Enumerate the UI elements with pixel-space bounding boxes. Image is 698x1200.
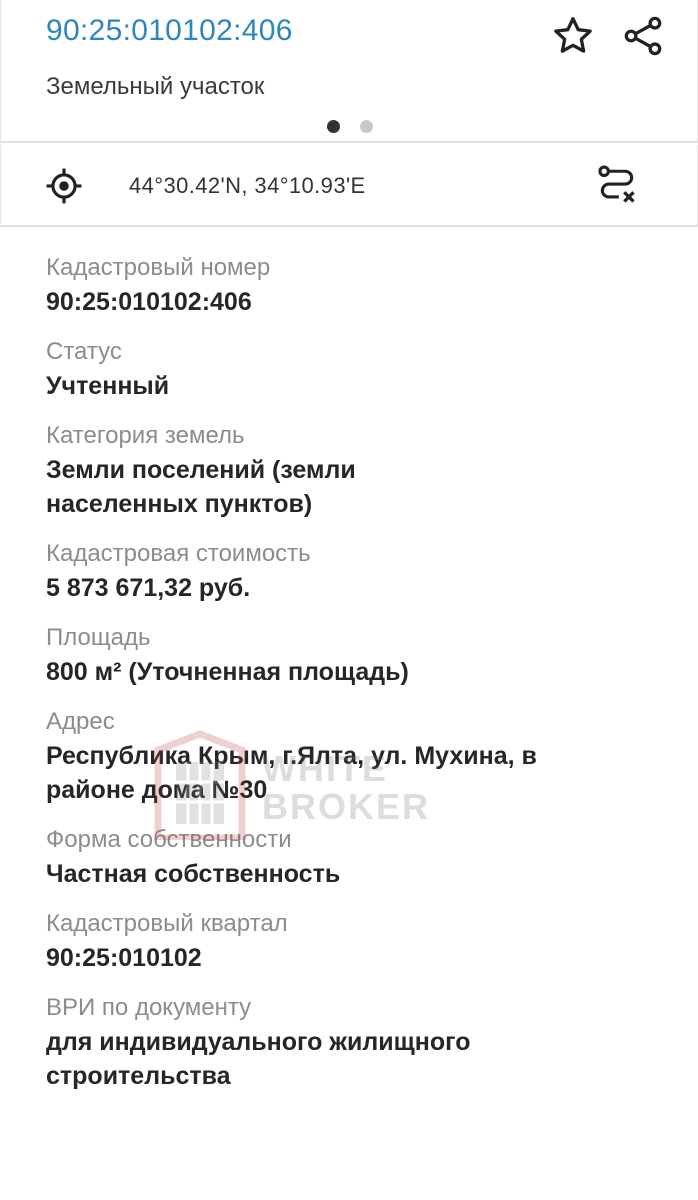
prop-area: Площадь 800 м² (Уточненная площадь) xyxy=(46,622,656,689)
prop-value: Земли поселений (земли населенных пункто… xyxy=(46,456,356,518)
coordinates-bar: 44°30.42'N, 34°10.93'E xyxy=(0,145,698,227)
prop-value: 800 м² (Уточненная площадь) xyxy=(46,658,409,686)
prop-value: 90:25:010102 xyxy=(46,944,202,972)
route-cancel-icon xyxy=(598,165,635,203)
prop-cadastral-quarter: Кадастровый квартал 90:25:010102 xyxy=(46,908,656,975)
object-type-label: Земельный участок xyxy=(46,73,265,100)
prop-label: ВРИ по документу xyxy=(46,994,252,1021)
locate-button[interactable] xyxy=(41,163,87,209)
prop-label: Категория земель xyxy=(46,422,245,449)
prop-permitted-use: ВРИ по документу для индивидуального жил… xyxy=(46,992,656,1093)
prop-address: Адрес Республика Крым, г.Ялта, ул. Мухин… xyxy=(46,706,656,807)
favorite-button[interactable] xyxy=(549,12,597,60)
prop-value: 5 873 671,32 руб. xyxy=(46,574,251,602)
prop-label: Кадастровая стоимость xyxy=(46,540,311,567)
prop-label: Статус xyxy=(46,338,122,365)
share-icon xyxy=(624,16,662,56)
pager-dot-1[interactable] xyxy=(327,120,340,133)
property-list: Кадастровый номер 90:25:010102:406 Стату… xyxy=(46,252,656,1110)
prop-value: Частная собственность xyxy=(46,860,341,888)
prop-value: Республика Крым, г.Ялта, ул. Мухина, в р… xyxy=(46,742,537,804)
crosshair-icon xyxy=(46,168,82,204)
object-card-header: 90:25:010102:406 Земельный участок xyxy=(0,0,698,143)
prop-value: 90:25:010102:406 xyxy=(46,288,252,316)
header-actions xyxy=(549,12,667,60)
star-outline-icon xyxy=(554,17,592,53)
prop-label: Площадь xyxy=(46,624,151,651)
prop-value: для индивидуального жилищного строительс… xyxy=(46,1028,471,1090)
cadastral-number-link[interactable]: 90:25:010102:406 xyxy=(46,14,293,48)
prop-label: Форма собственности xyxy=(46,826,292,853)
prop-cadastral-number: Кадастровый номер 90:25:010102:406 xyxy=(46,252,656,319)
route-button[interactable] xyxy=(593,161,641,209)
prop-ownership-form: Форма собственности Частная собственност… xyxy=(46,824,656,891)
prop-label: Адрес xyxy=(46,708,115,735)
prop-cadastral-value: Кадастровая стоимость 5 873 671,32 руб. xyxy=(46,538,656,605)
prop-label: Кадастровый номер xyxy=(46,254,271,281)
prop-value: Учтенный xyxy=(46,372,170,400)
coordinates-text: 44°30.42'N, 34°10.93'E xyxy=(129,173,366,198)
prop-label: Кадастровый квартал xyxy=(46,910,288,937)
prop-status: Статус Учтенный xyxy=(46,336,656,403)
prop-land-category: Категория земель Земли поселений (земли … xyxy=(46,420,656,521)
image-pager xyxy=(327,120,373,133)
pager-dot-2[interactable] xyxy=(360,120,373,133)
share-button[interactable] xyxy=(619,12,667,60)
